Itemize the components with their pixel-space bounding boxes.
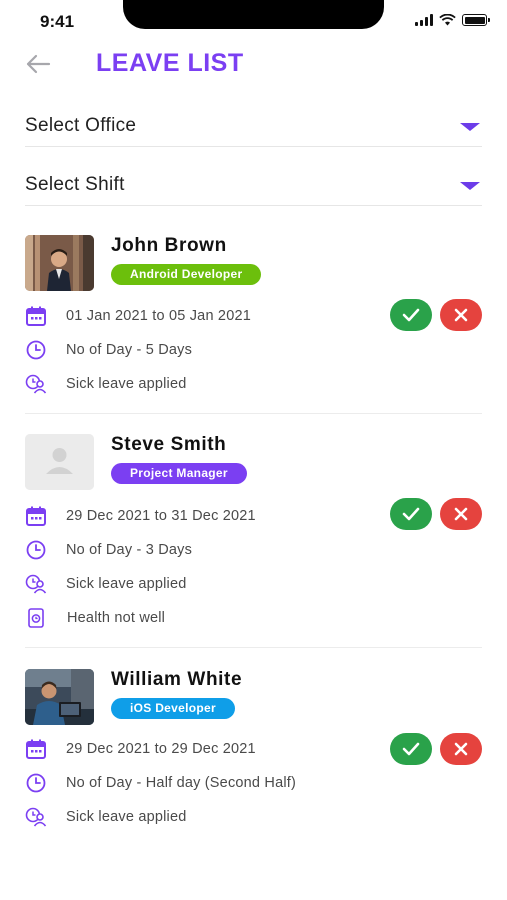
role-badge: iOS Developer (111, 698, 235, 719)
calendar-icon (25, 505, 47, 527)
calendar-icon (25, 305, 47, 327)
date-range-text: 29 Dec 2021 to 31 Dec 2021 (66, 508, 256, 524)
leave-type-text: Sick leave applied (66, 376, 187, 392)
shift-select-label: Select Shift (25, 174, 125, 195)
note-icon (25, 607, 47, 629)
cellular-signal-icon (415, 14, 433, 26)
status-icons (415, 14, 490, 26)
back-button[interactable] (24, 52, 52, 76)
date-range-row: 01 Jan 2021 to 05 Jan 2021 (25, 305, 251, 327)
days-text: No of Day - Half day (Second Half) (66, 775, 297, 791)
shift-select[interactable]: Select Shift (25, 162, 482, 206)
avatar (25, 669, 94, 725)
date-range-row: 29 Dec 2021 to 31 Dec 2021 (25, 505, 256, 527)
reject-button[interactable] (440, 299, 482, 331)
leave-type-text: Sick leave applied (66, 576, 187, 592)
wifi-icon (439, 14, 456, 26)
employee-name: William White (111, 669, 243, 690)
arrow-left-icon (26, 54, 51, 74)
leave-type-text: Sick leave applied (66, 809, 187, 825)
days-row: No of Day - Half day (Second Half) (25, 772, 296, 794)
chevron-down-icon (460, 123, 480, 131)
check-icon (402, 507, 420, 521)
clock-icon (25, 772, 47, 794)
battery-icon (462, 14, 490, 26)
clock-icon (25, 339, 47, 361)
days-text: No of Day - 5 Days (66, 342, 193, 358)
clock-icon (25, 539, 47, 561)
days-row: No of Day - 3 Days (25, 539, 192, 561)
employee-name: Steve Smith (111, 434, 227, 455)
employee-name: John Brown (111, 235, 227, 256)
role-badge: Android Developer (111, 264, 262, 285)
card-divider (25, 647, 482, 648)
reject-button[interactable] (440, 733, 482, 765)
reason-text: Health not well (67, 610, 166, 626)
status-bar: 9:41 (0, 0, 507, 44)
role-badge: Project Manager (111, 463, 247, 484)
device-notch (123, 0, 384, 29)
leave-type-row: Sick leave applied (25, 806, 186, 828)
avatar-placeholder (25, 434, 94, 490)
page-title: LEAVE LIST (96, 49, 244, 77)
days-text: No of Day - 3 Days (66, 542, 193, 558)
calendar-icon (25, 738, 47, 760)
office-select-label: Select Office (25, 115, 137, 136)
leave-actions (390, 498, 482, 530)
status-time: 9:41 (40, 12, 75, 31)
days-row: No of Day - 5 Days (25, 339, 192, 361)
close-icon (454, 308, 468, 322)
leave-actions (390, 733, 482, 765)
date-range-row: 29 Dec 2021 to 29 Dec 2021 (25, 738, 256, 760)
avatar (25, 235, 94, 291)
date-range-text: 01 Jan 2021 to 05 Jan 2021 (66, 308, 251, 324)
close-icon (454, 507, 468, 521)
header: LEAVE LIST (0, 44, 507, 88)
user-clock-icon (25, 806, 47, 828)
user-clock-icon (25, 373, 47, 395)
user-clock-icon (25, 573, 47, 595)
close-icon (454, 742, 468, 756)
leave-type-row: Sick leave applied (25, 373, 186, 395)
reject-button[interactable] (440, 498, 482, 530)
check-icon (402, 308, 420, 322)
office-select[interactable]: Select Office (25, 103, 482, 147)
check-icon (402, 742, 420, 756)
leave-type-row: Sick leave applied (25, 573, 186, 595)
card-divider (25, 413, 482, 414)
date-range-text: 29 Dec 2021 to 29 Dec 2021 (66, 741, 256, 757)
approve-button[interactable] (390, 733, 432, 765)
leave-actions (390, 299, 482, 331)
chevron-down-icon (460, 182, 480, 190)
approve-button[interactable] (390, 299, 432, 331)
approve-button[interactable] (390, 498, 432, 530)
reason-row: Health not well (25, 607, 165, 629)
